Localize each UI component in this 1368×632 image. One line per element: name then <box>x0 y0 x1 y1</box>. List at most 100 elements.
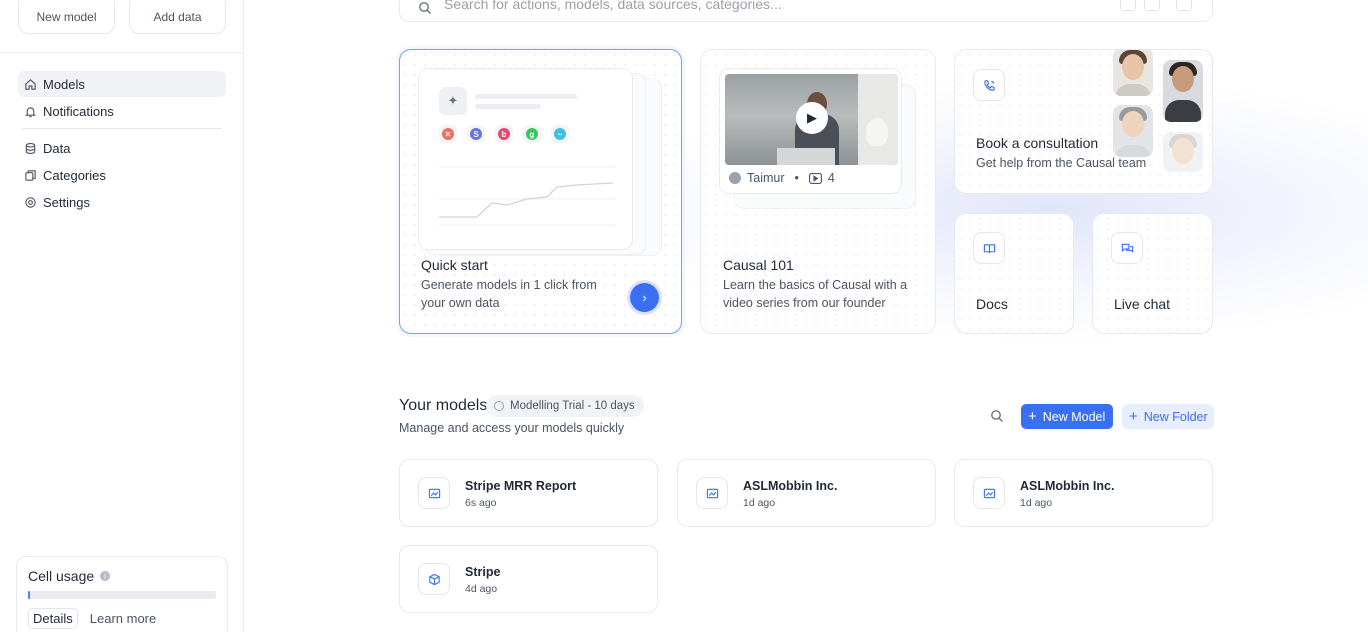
model-time: 6s ago <box>465 497 497 509</box>
sidebar-nav: Models Notifications Data Categories Set… <box>18 71 226 216</box>
plus-icon: + <box>1028 408 1037 425</box>
home-icon <box>24 78 37 91</box>
models-title: Your models <box>399 397 488 414</box>
sidebar-item-label: Notifications <box>43 103 114 119</box>
learn-more-link[interactable]: Learn more <box>90 611 156 626</box>
video-thumbnail[interactable]: ▶ <box>725 74 898 165</box>
video-meta: Taimur • 4 <box>729 171 835 185</box>
team-avatar <box>1113 105 1153 157</box>
chevron-right-icon[interactable]: › <box>630 283 659 312</box>
avatar <box>729 172 741 184</box>
presenter-name: Taimur <box>747 171 785 185</box>
model-time: 4d ago <box>465 583 498 595</box>
consultation-description: Get help from the Causal team <box>976 156 1147 170</box>
sidebar-item-label: Settings <box>43 194 90 210</box>
quick-start-card[interactable]: ✦ ✕ S b g ~ Quick start Generate models … <box>399 49 682 334</box>
video-count: 4 <box>827 171 835 185</box>
search-icon <box>419 2 431 14</box>
causal-101-card[interactable]: ▶ Taimur • 4 Causal 101 Learn the basics… <box>700 49 936 334</box>
search-input[interactable]: Search for actions, models, data sources… <box>399 0 1213 22</box>
new-model-label: New Model <box>1042 409 1106 424</box>
quick-start-title: Quick start <box>421 257 488 273</box>
bell-icon <box>24 105 37 118</box>
quick-start-description: Generate models in 1 click from your own… <box>421 278 597 310</box>
chat-icon <box>1111 232 1143 264</box>
sidebar-item-label: Models <box>43 76 85 92</box>
sidebar-item-categories[interactable]: Categories <box>18 162 226 188</box>
sidebar-item-notifications[interactable]: Notifications <box>18 98 226 124</box>
model-card[interactable]: ASLMobbin Inc. 1d ago <box>954 459 1213 527</box>
database-icon <box>24 142 37 155</box>
causal-101-description: Learn the basics of Causal with a video … <box>723 278 908 310</box>
model-name: ASLMobbin Inc. <box>743 479 838 493</box>
cube-icon <box>418 563 450 595</box>
nav-divider <box>22 128 222 129</box>
model-name: ASLMobbin Inc. <box>1020 479 1115 493</box>
play-icon[interactable]: ▶ <box>796 102 828 134</box>
model-name: Stripe <box>465 565 501 579</box>
magic-wand-icon: ✦ <box>439 87 467 115</box>
docs-card[interactable]: Docs <box>954 213 1074 334</box>
sidebar-item-settings[interactable]: Settings <box>18 189 226 215</box>
sparkline-chart <box>439 166 615 226</box>
source-icon: g <box>523 125 541 143</box>
cell-usage-panel: Cell usage i Details Learn more <box>16 556 228 632</box>
cell-usage-bar <box>28 591 216 599</box>
info-icon[interactable]: i <box>100 571 111 581</box>
models-subtitle: Manage and access your models quickly <box>399 421 625 435</box>
live-chat-card[interactable]: Live chat <box>1092 213 1213 334</box>
video-background <box>866 118 888 146</box>
chart-icon <box>973 477 1005 509</box>
new-folder-button[interactable]: + New Folder <box>1122 404 1214 429</box>
team-avatar <box>1163 60 1203 122</box>
phone-icon <box>973 69 1005 101</box>
cell-usage-label: Cell usage <box>28 568 95 584</box>
new-folder-label: New Folder <box>1143 409 1208 424</box>
model-time: 1d ago <box>1020 497 1053 509</box>
chart-icon <box>418 477 450 509</box>
sidebar: New model Add data Models Notifications … <box>0 0 244 632</box>
book-icon <box>973 232 1005 264</box>
sidebar-item-models[interactable]: Models <box>18 71 226 97</box>
live-chat-title: Live chat <box>1114 296 1171 312</box>
source-icon: b <box>495 125 513 143</box>
plus-icon: + <box>1129 408 1138 425</box>
stripe-source-icon: S <box>467 125 485 143</box>
gear-icon <box>24 196 37 209</box>
source-icon: ✕ <box>439 125 457 143</box>
model-time: 1d ago <box>743 497 776 509</box>
separator-dot: • <box>794 171 799 185</box>
search-placeholder: Search for actions, models, data sources… <box>444 0 782 12</box>
main-content: Search for actions, models, data sources… <box>245 0 1368 632</box>
shortcut-key-icon <box>1176 0 1192 11</box>
clock-icon <box>494 401 504 411</box>
model-card[interactable]: ASLMobbin Inc. 1d ago <box>677 459 936 527</box>
sidebar-item-data[interactable]: Data <box>18 135 226 161</box>
categories-icon <box>24 169 37 182</box>
shortcut-key-icon <box>1120 0 1136 11</box>
sidebar-item-label: Categories <box>43 167 106 183</box>
placeholder-line <box>475 104 541 109</box>
dot-pattern <box>955 214 1073 333</box>
trial-badge[interactable]: Modelling Trial - 10 days <box>486 395 644 417</box>
video-count-icon <box>808 172 822 184</box>
cell-usage-title: Cell usage i <box>28 568 216 584</box>
search-icon[interactable] <box>990 409 1004 423</box>
new-model-button[interactable]: + New Model <box>1021 404 1113 429</box>
causal-101-title: Causal 101 <box>723 257 794 273</box>
new-model-button[interactable]: New model <box>18 0 115 34</box>
quick-start-illustration: ✦ ✕ S b g ~ <box>418 68 633 250</box>
placeholder-line <box>475 94 577 99</box>
model-name: Stripe MRR Report <box>465 479 577 493</box>
docs-title: Docs <box>976 296 1008 312</box>
consultation-card[interactable]: Book a consultation Get help from the Ca… <box>954 49 1213 194</box>
model-card[interactable]: Stripe 4d ago <box>399 545 658 613</box>
video-frame: ▶ Taimur • 4 <box>719 68 902 194</box>
team-avatar <box>1113 50 1153 96</box>
details-button[interactable]: Details <box>28 608 78 629</box>
video-background <box>777 148 835 165</box>
dot-pattern <box>1093 214 1212 333</box>
add-data-button[interactable]: Add data <box>129 0 226 34</box>
model-card[interactable]: Stripe MRR Report 6s ago <box>399 459 658 527</box>
chart-icon <box>696 477 728 509</box>
